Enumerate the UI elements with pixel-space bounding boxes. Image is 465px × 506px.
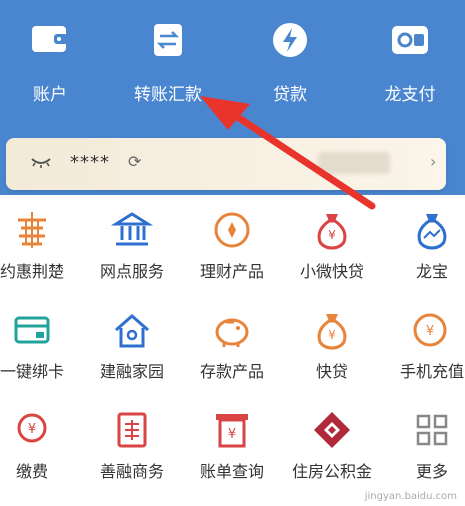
bind-card-icon (10, 308, 54, 352)
grid-item-payment[interactable]: ¥ 缴费 (0, 400, 82, 496)
grid-item-yuehui-jingchu[interactable]: 约惠荆楚 (0, 200, 82, 296)
grid-item-housing-fund[interactable]: 住房公积金 (282, 400, 382, 496)
quick-loan-bag-icon: ¥ (310, 308, 354, 352)
nav-transfer-button[interactable]: 转账汇款 (118, 14, 218, 124)
eye-closed-icon[interactable] (30, 154, 52, 173)
svg-text:¥: ¥ (426, 324, 434, 339)
refresh-icon[interactable]: ⟳ (128, 152, 141, 171)
piggy-bank-icon (210, 308, 254, 352)
blurred-account-info (318, 152, 390, 174)
home-icon (110, 308, 154, 352)
long-bao-bag-icon (410, 208, 454, 252)
money-bag-icon: ¥ (310, 208, 354, 252)
grid-item-quick-loan[interactable]: ¥ 快贷 (282, 300, 382, 396)
pagoda-icon (10, 208, 54, 252)
more-grid-icon (410, 408, 454, 452)
nav-long-pay-button[interactable]: 龙支付 (360, 14, 460, 124)
bank-building-icon (110, 208, 154, 252)
balance-bar[interactable]: **** ⟳ › (6, 138, 446, 190)
grid-item-bill-inquiry[interactable]: ¥ 账单查询 (182, 400, 282, 496)
balance-masked-value: **** (70, 152, 110, 173)
grid-item-long-bao[interactable]: 龙宝 (382, 200, 465, 296)
housing-fund-icon (310, 408, 354, 452)
bill-icon: ¥ (210, 408, 254, 452)
watermark: jingyan.baidu.com (364, 491, 457, 502)
grid-item-deposit-products[interactable]: 存款产品 (182, 300, 282, 396)
grid-item-label: 手机充值 (399, 362, 464, 381)
coin-icon (210, 208, 254, 252)
nav-transfer-label: 转账汇款 (134, 85, 202, 105)
svg-text:¥: ¥ (328, 328, 336, 342)
grid-item-label: 更多 (415, 462, 448, 481)
grid-item-wealth-products[interactable]: 理财产品 (182, 200, 282, 296)
phone-recharge-icon: ¥ (410, 308, 454, 352)
transfer-icon (146, 20, 190, 64)
shanrong-icon (110, 408, 154, 452)
loan-icon (268, 20, 312, 64)
grid-item-bind-card[interactable]: 一键绑卡 (0, 300, 82, 396)
long-pay-icon (388, 20, 432, 64)
svg-text:¥: ¥ (328, 228, 336, 242)
grid-item-shanrong[interactable]: 善融商务 (82, 400, 182, 496)
nav-long-pay-label: 龙支付 (384, 85, 436, 105)
nav-account-label: 账户 (33, 85, 67, 105)
nav-loan-label: 贷款 (273, 85, 307, 105)
chevron-right-icon[interactable]: › (430, 152, 436, 171)
grid-item-label: 龙宝 (415, 262, 448, 281)
nav-loan-button[interactable]: 贷款 (240, 14, 340, 124)
nav-account-button[interactable]: 账户 (0, 14, 100, 124)
service-grid: 约惠荆楚 网点服务 理财产品 ¥ 小微快贷 龙宝 一键绑卡 建融家园 存款产品 … (0, 200, 465, 500)
svg-text:¥: ¥ (228, 427, 236, 442)
grid-item-jianrong-home[interactable]: 建融家园 (82, 300, 182, 396)
wallet-icon (28, 20, 72, 64)
payment-icon: ¥ (10, 408, 54, 452)
svg-text:¥: ¥ (28, 422, 36, 437)
grid-item-branch-service[interactable]: 网点服务 (82, 200, 182, 296)
grid-item-micro-loan[interactable]: ¥ 小微快贷 (282, 200, 382, 296)
grid-item-more[interactable]: 更多 (382, 400, 465, 496)
grid-item-phone-recharge[interactable]: ¥ 手机充值 (382, 300, 465, 396)
top-header: 账户 转账汇款 贷款 龙支付 **** ⟳ › (0, 0, 465, 195)
